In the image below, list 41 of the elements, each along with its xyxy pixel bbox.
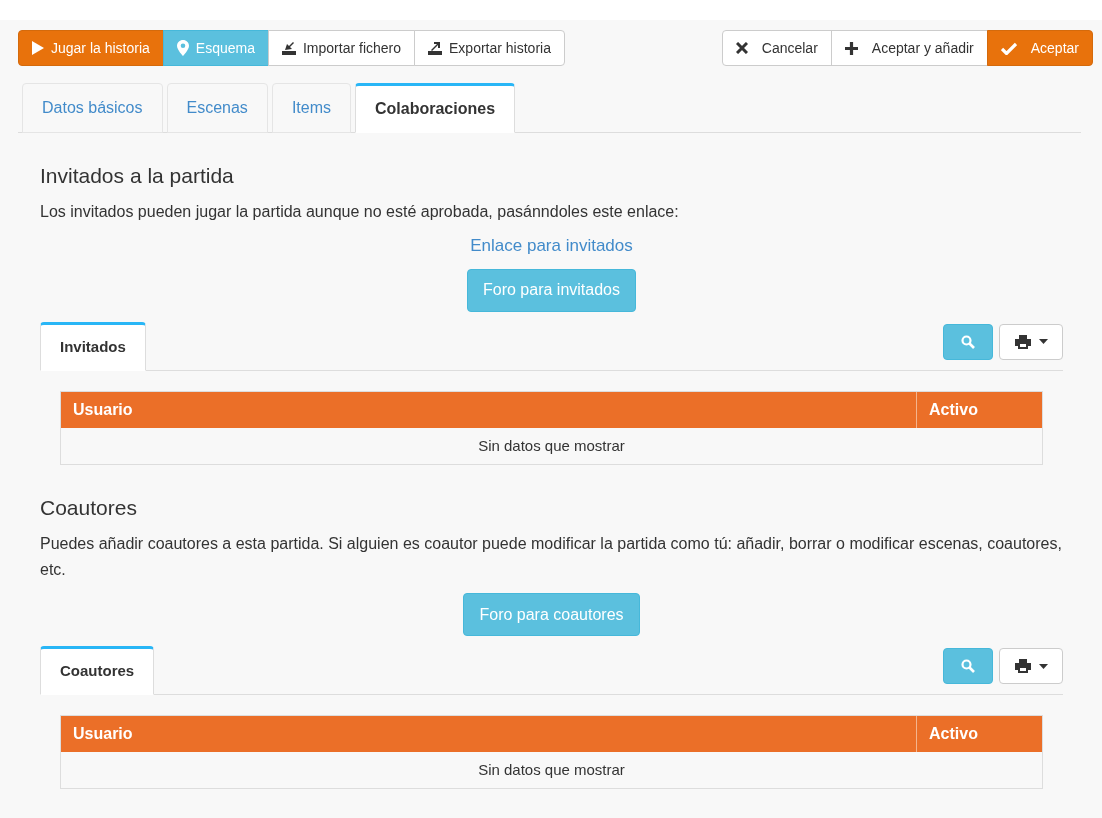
toolbar-button[interactable]: Importar fichero — [268, 30, 416, 66]
forum-button[interactable]: Foro para coautores — [463, 593, 640, 636]
print-dropdown-button[interactable] — [999, 648, 1063, 684]
print-dropdown-button[interactable] — [999, 323, 1063, 360]
export-icon — [428, 41, 443, 55]
toolbar-button[interactable]: Jugar la historia — [18, 30, 164, 66]
toolbar-button[interactable]: Aceptar — [986, 30, 1093, 66]
map-pin-icon — [176, 40, 189, 56]
column-header: Usuario — [61, 716, 917, 752]
close-icon — [735, 42, 748, 54]
guest-link[interactable]: Enlace para invitados — [470, 233, 633, 259]
play-icon — [32, 41, 44, 55]
import-icon — [282, 41, 296, 55]
forum-button[interactable]: Foro para invitados — [467, 268, 636, 312]
check-icon — [1000, 41, 1017, 55]
tab[interactable]: Items — [271, 83, 351, 133]
printer-icon — [1014, 334, 1031, 349]
caret-icon — [1038, 663, 1048, 669]
column-header: Usuario — [61, 391, 917, 428]
search-icon — [961, 659, 975, 673]
toolbar-button[interactable]: Cancelar — [721, 30, 832, 66]
tab[interactable]: Escenas — [166, 83, 268, 133]
empty-table-message: Sin datos que mostrar — [478, 759, 625, 780]
section-description: Los invitados pueden jugar la partida aunque no esté aprobada, pasánndoles este enlace: — [40, 202, 680, 223]
section-title: Coautores — [40, 494, 138, 521]
toolbar-button[interactable]: Esquema — [162, 30, 269, 66]
caret-icon — [1038, 339, 1048, 345]
tab[interactable]: Colaboraciones — [355, 83, 516, 133]
search-icon — [961, 334, 975, 349]
printer-icon — [1014, 659, 1031, 673]
subtab[interactable]: Invitados — [40, 321, 146, 371]
empty-table-message: Sin datos que mostrar — [478, 435, 625, 456]
section-description: Puedes añadir coautores a esta partida. Si alguien es coautor puede modificar la partida como tú: añadir, borrar o modificar escenas, coautores, etc. — [40, 534, 1063, 580]
subtab[interactable]: Coautores — [40, 646, 155, 695]
plus-icon — [844, 41, 858, 55]
toolbar-button[interactable]: Exportar historia — [414, 30, 565, 66]
tab[interactable]: Datos básicos — [22, 83, 163, 133]
column-header: Activo — [928, 399, 979, 420]
section-title: Invitados a la partida — [40, 163, 235, 189]
column-header: Activo — [928, 724, 979, 744]
toolbar-button[interactable]: Aceptar y añadir — [830, 30, 988, 66]
